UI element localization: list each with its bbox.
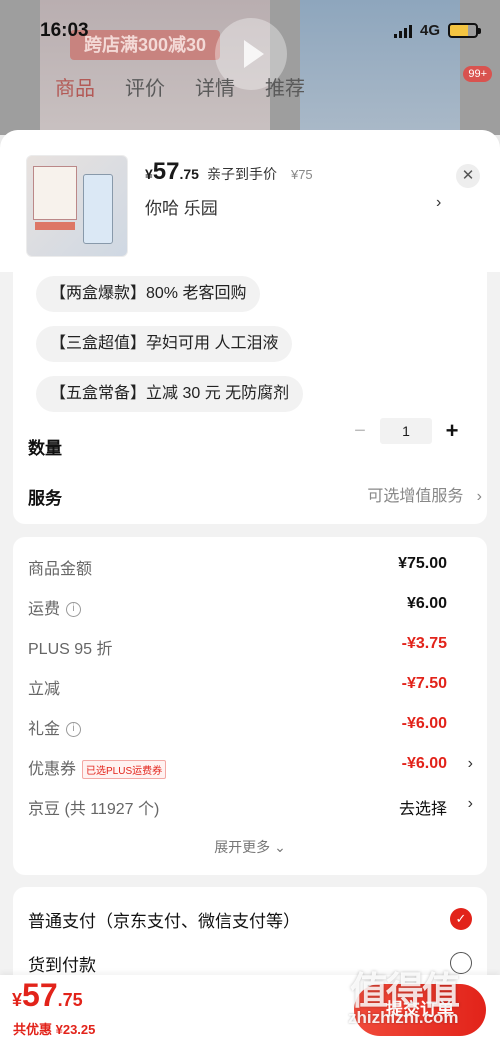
price-decimal: .75 (179, 166, 199, 182)
selected-spec[interactable]: 你哈 乐园 (145, 194, 218, 219)
background-tabs: 商品 评价 详情 推荐 (55, 72, 305, 101)
battery-icon (448, 23, 481, 38)
payment-option-normal[interactable]: 普通支付（京东支付、微信支付等） (28, 907, 300, 932)
total-decimal: .75 (57, 990, 83, 1010)
fee-breakdown-card: 商品金额 ¥75.00 运费 i ¥6.00 PLUS 95 折 -¥3.75 立… (13, 537, 487, 875)
background-tab-reviews: 评价 (125, 78, 165, 100)
chevron-right-icon[interactable]: › (436, 194, 441, 212)
payment-option-cod[interactable]: 货到付款 (28, 951, 96, 976)
background-tab-goods: 商品 (55, 78, 95, 100)
service-hint: 可选增值服务 (367, 488, 464, 505)
goods-amount: ¥75.00 (398, 555, 447, 572)
signal-icon (393, 24, 412, 38)
network-type: 4G (419, 22, 440, 39)
fee-row-instant-discount: 立减 -¥7.50 (28, 675, 447, 698)
cart-count-badge: 99+ (463, 66, 492, 82)
background-tab-recommend: 推荐 (265, 78, 305, 100)
chevron-right-icon: › (467, 755, 473, 772)
coupon-amount: -¥6.00 (401, 755, 447, 772)
fee-row-jd-beans[interactable]: 京豆 (共 11927 个) 去选择 › (28, 795, 473, 819)
status-bar: 16:03 4G (0, 0, 500, 60)
price-integer: 57 (152, 158, 180, 185)
plus-discount-amount: -¥3.75 (401, 635, 447, 652)
jd-beans-select: 去选择 (398, 801, 447, 818)
option-chip[interactable]: 【五盒常备】立减 30 元 无防腐剂 (36, 376, 304, 412)
option-chip[interactable]: 【两盒爆款】80% 老客回购 (36, 276, 261, 312)
service-label: 服务 (28, 489, 62, 508)
original-price: ¥75 (290, 167, 313, 182)
shipping-amount: ¥6.00 (406, 595, 447, 612)
quantity-plus-button[interactable]: + (442, 418, 462, 444)
status-time: 16:03 (40, 20, 89, 41)
expand-more-button[interactable]: 展开更多 ⌄ (13, 837, 487, 857)
fee-row-gift: 礼金 i -¥6.00 (28, 715, 447, 738)
instant-discount-amount: -¥7.50 (401, 675, 447, 692)
price-label: 亲子到手价 (206, 166, 277, 182)
fee-row-coupon[interactable]: 优惠券 已选PLUS运费券 -¥6.00 › (28, 755, 473, 780)
product-header: ¥ 57 .75 亲子到手价 ¥75 你哈 乐园 › ✕ (0, 130, 500, 272)
quantity-input[interactable]: 1 (380, 418, 432, 444)
fee-row-plus-discount: PLUS 95 折 -¥3.75 (28, 635, 447, 658)
status-indicators: 4G (393, 22, 481, 39)
quantity-minus-button[interactable]: − (350, 420, 370, 443)
info-icon[interactable]: i (66, 602, 82, 618)
product-thumbnail[interactable] (26, 155, 128, 257)
radio-checked-icon[interactable]: ✓ (450, 908, 472, 930)
total-price: ¥ 57 .75 (12, 977, 83, 1013)
product-price: ¥ 57 .75 亲子到手价 ¥75 (145, 158, 313, 185)
watermark-url: zhizhizhi.com (348, 1008, 459, 1027)
order-sheet: ¥ 57 .75 亲子到手价 ¥75 你哈 乐园 › ✕ 【两盒爆款】80% 老… (0, 130, 500, 1046)
close-button[interactable]: ✕ (456, 164, 480, 188)
total-integer: 57 (22, 977, 58, 1013)
fee-row-shipping: 运费 i ¥6.00 (28, 595, 447, 618)
fee-row-goods: 商品金额 ¥75.00 (28, 555, 447, 578)
watermark-logo: 值得值 (350, 971, 460, 1013)
quantity-stepper: − 1 + (350, 418, 462, 444)
coupon-tag: 已选PLUS运费券 (82, 760, 167, 780)
background-tab-details: 详情 (195, 78, 235, 100)
total-saved: 共优惠 ¥23.25 (13, 1022, 96, 1037)
option-chip[interactable]: 【三盒超值】孕妇可用 人工泪液 (36, 326, 293, 362)
quantity-label: 数量 (28, 439, 62, 458)
chevron-right-icon: › (467, 488, 482, 505)
service-selector[interactable]: 可选增值服务 › (367, 482, 482, 506)
info-icon[interactable]: i (66, 722, 82, 738)
gift-amount: -¥6.00 (401, 715, 447, 732)
chevron-right-icon: › (467, 795, 473, 812)
